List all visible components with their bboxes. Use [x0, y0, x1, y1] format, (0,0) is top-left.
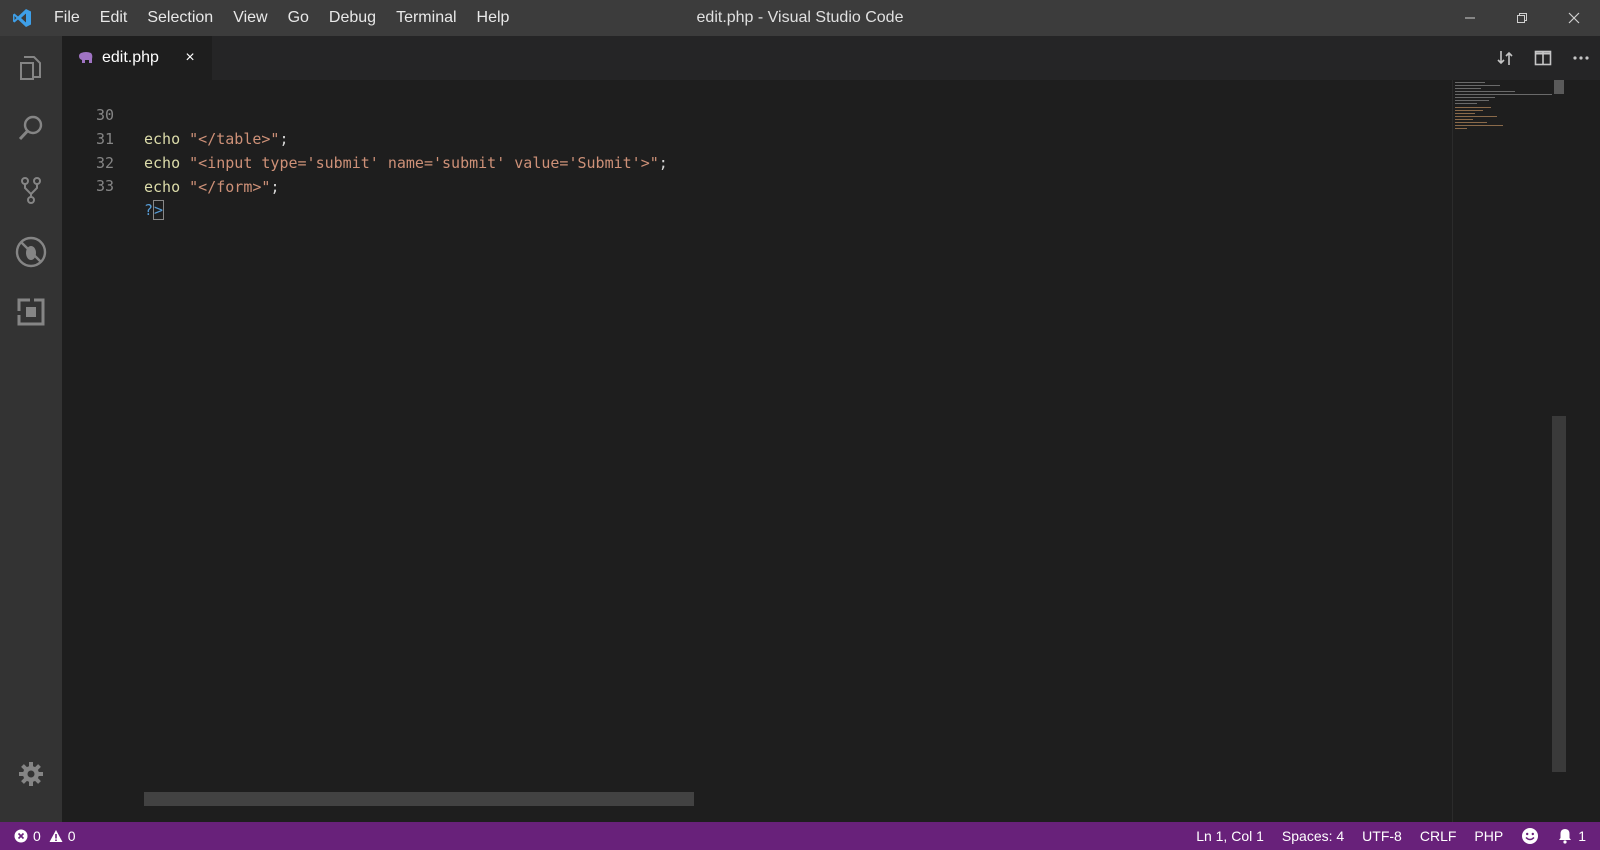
menu-terminal[interactable]: Terminal — [386, 0, 466, 36]
menu-help[interactable]: Help — [467, 0, 520, 36]
search-button[interactable] — [0, 98, 62, 158]
menu-edit[interactable]: Edit — [90, 0, 138, 36]
scrollbar-cursor-marker — [1554, 80, 1564, 94]
manage-button[interactable] — [0, 744, 62, 804]
warning-count: 0 — [67, 828, 76, 844]
encoding-setting[interactable]: UTF-8 — [1353, 822, 1411, 850]
debug-button[interactable] — [0, 222, 62, 282]
editor[interactable]: 30 echo "</table>"; 31 echo "<input type… — [62, 80, 1600, 822]
extensions-button[interactable] — [0, 282, 62, 342]
problems-indicator[interactable]: 0 0 — [0, 828, 76, 844]
horizontal-scrollbar-thumb[interactable] — [144, 792, 694, 806]
vertical-scrollbar-thumb[interactable] — [1552, 416, 1566, 772]
code-line[interactable]: 30 echo "</table>"; — [62, 79, 1482, 148]
tab-label: edit.php — [102, 49, 159, 66]
minimap-preview — [1455, 82, 1553, 129]
bell-icon — [1559, 829, 1572, 844]
status-bar: 0 0 Ln 1, Col 1 Spaces: 4 UTF-8 CRLF PHP… — [0, 822, 1600, 850]
menu-debug[interactable]: Debug — [319, 0, 386, 36]
open-changes-button[interactable] — [1486, 36, 1524, 80]
smiley-icon — [1522, 828, 1539, 844]
menu-bar: File Edit Selection View Go Debug Termin… — [44, 0, 519, 36]
tab-edit-php[interactable]: edit.php × — [62, 36, 212, 80]
split-editor-button[interactable] — [1524, 36, 1562, 80]
punctuation: ; — [270, 178, 280, 196]
restore-button[interactable] — [1496, 0, 1548, 36]
string: "</form>" — [189, 178, 271, 196]
php-elephant-icon — [79, 52, 93, 63]
gear-icon — [19, 762, 43, 786]
extensions-icon — [17, 298, 45, 326]
php-close-tag: ? — [144, 201, 154, 219]
code-line[interactable]: 33 ?> — [62, 150, 1482, 220]
menu-go[interactable]: Go — [278, 0, 319, 36]
split-editor-icon — [1534, 50, 1552, 66]
code-line[interactable]: 32 echo "</form>"; — [62, 127, 1482, 196]
activity-bar — [0, 36, 62, 822]
error-icon — [14, 829, 28, 843]
source-control-button[interactable] — [0, 160, 62, 220]
menu-file[interactable]: File — [44, 0, 90, 36]
code-line[interactable]: 31 echo "<input type='submit' name='subm… — [62, 103, 1482, 172]
source-control-icon — [21, 177, 41, 204]
title-bar: File Edit Selection View Go Debug Termin… — [0, 0, 1600, 36]
tab-close-button[interactable]: × — [180, 48, 200, 68]
bracket-match: > — [153, 200, 165, 220]
close-icon — [1568, 12, 1580, 24]
more-actions-button[interactable] — [1562, 36, 1600, 80]
minimap[interactable] — [1452, 80, 1553, 822]
language-mode[interactable]: PHP — [1465, 822, 1512, 850]
line-number: 33 — [95, 177, 114, 195]
notification-count: 1 — [1578, 828, 1586, 844]
eol-setting[interactable]: CRLF — [1411, 822, 1466, 850]
indentation-setting[interactable]: Spaces: 4 — [1273, 822, 1353, 850]
files-icon — [20, 56, 41, 80]
search-icon — [18, 115, 43, 141]
keyword: echo — [144, 178, 181, 196]
notifications-button[interactable]: 1 — [1548, 822, 1600, 850]
menu-view[interactable]: View — [223, 0, 277, 36]
debug-icon — [15, 236, 47, 268]
explorer-button[interactable] — [0, 38, 62, 98]
tab-bar: edit.php × — [62, 36, 1600, 80]
restore-icon — [1517, 13, 1527, 23]
close-window-button[interactable] — [1548, 0, 1600, 36]
vscode-logo-icon — [0, 0, 44, 36]
cursor-position[interactable]: Ln 1, Col 1 — [1187, 822, 1273, 850]
error-count: 0 — [33, 828, 41, 844]
menu-selection[interactable]: Selection — [137, 0, 223, 36]
feedback-button[interactable] — [1512, 822, 1548, 850]
ellipsis-icon — [1573, 56, 1589, 60]
compare-icon — [1497, 51, 1513, 65]
minimize-icon — [1465, 17, 1475, 19]
minimize-button[interactable] — [1444, 0, 1496, 36]
warning-icon — [49, 830, 63, 842]
